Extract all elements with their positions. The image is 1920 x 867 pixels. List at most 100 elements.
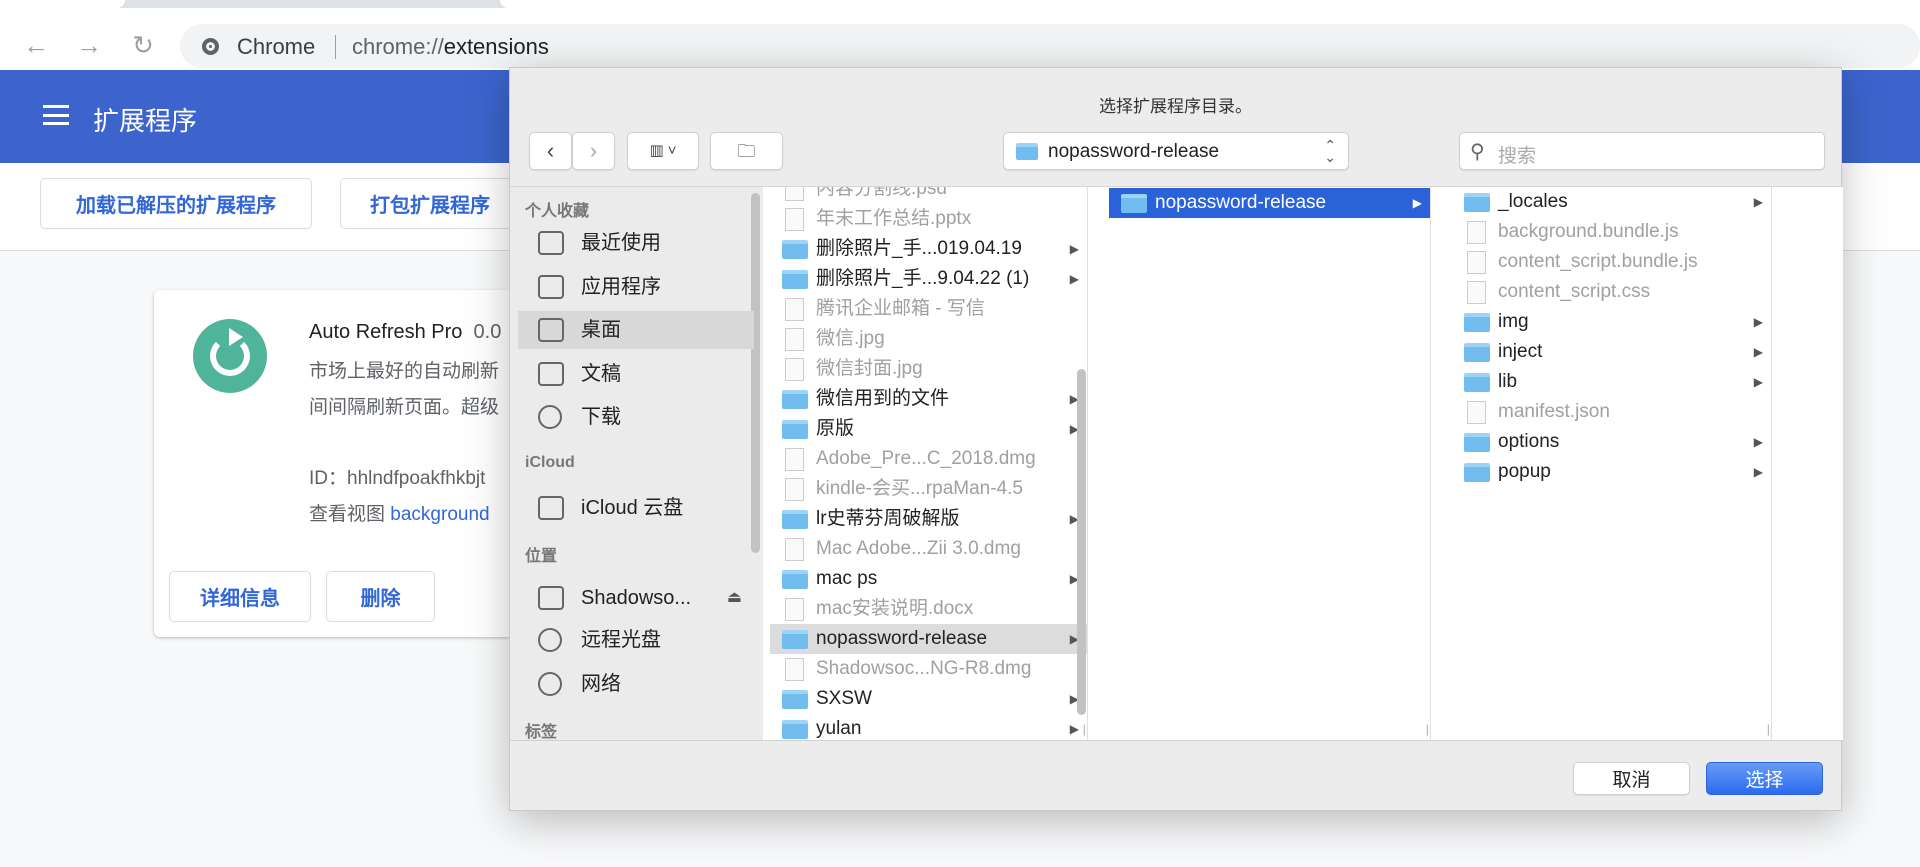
folder-item[interactable]: SXSW ▶: [770, 684, 1087, 714]
inspect-views: 查看视图 background: [309, 499, 490, 526]
item-name: content_script.css: [1498, 281, 1651, 302]
sidebar-item[interactable]: 最近使用: [518, 224, 754, 262]
file-icon: [785, 448, 804, 471]
eject-icon[interactable]: ⏏: [727, 579, 742, 617]
applications-icon: [538, 275, 564, 299]
disclosure-arrow-icon: ▶: [1753, 345, 1763, 359]
folder-item[interactable]: yulan ▶: [770, 714, 1087, 740]
file-chooser-dialog: 选择扩展程序目录。 ‹ › ▥ ˅ 🗀 nopassword-release ⌃…: [509, 67, 1843, 811]
forward-button[interactable]: ›: [572, 132, 615, 170]
folder-item[interactable]: 微信用到的文件 ▶: [770, 384, 1087, 414]
folder-item[interactable]: lib ▶: [1452, 367, 1771, 397]
sidebar-item[interactable]: Shadowso... ⏏: [518, 579, 754, 617]
tab[interactable]: [0, 0, 125, 8]
load-unpacked-button[interactable]: 加载已解压的扩展程序: [40, 178, 312, 229]
browser-toolbar: ← → ↻ Chrome chrome://extensions: [0, 8, 1920, 70]
refresh-icon: [193, 319, 267, 393]
file-item[interactable]: manifest.json: [1452, 397, 1771, 427]
details-button[interactable]: 详细信息: [169, 571, 311, 622]
item-name: popup: [1498, 461, 1551, 482]
item-name: 微信封面.jpg: [816, 358, 923, 379]
folder-icon: [1464, 193, 1490, 212]
sidebar-section-header: 位置: [525, 548, 558, 565]
file-item[interactable]: 腾讯企业邮箱 - 写信: [770, 294, 1087, 324]
file-item[interactable]: kindle-会买...rpaMan-4.5: [770, 474, 1087, 504]
sidebar-item-label: 文稿: [581, 363, 621, 385]
folder-item[interactable]: 原版 ▶: [770, 414, 1087, 444]
page-title: 扩展程序: [93, 106, 198, 136]
file-item[interactable]: background.bundle.js: [1452, 217, 1771, 247]
reload-icon[interactable]: ↻: [128, 30, 158, 60]
back-icon[interactable]: ←: [21, 30, 51, 60]
disclosure-arrow-icon: ▶: [1412, 196, 1422, 210]
choose-button[interactable]: 选择: [1706, 762, 1823, 795]
item-name: yulan: [816, 718, 862, 739]
file-item[interactable]: Shadowsoc...NG-R8.dmg: [770, 654, 1087, 684]
hamburger-menu-icon[interactable]: [43, 105, 69, 125]
file-item[interactable]: Mac Adobe...Zii 3.0.dmg: [770, 534, 1087, 564]
item-name: 原版: [816, 418, 855, 439]
inspect-views-label: 查看视图: [309, 504, 386, 525]
column-resize-handle[interactable]: ||: [1426, 722, 1430, 736]
sidebar-item[interactable]: 远程光盘: [518, 621, 754, 659]
column-scrollbar[interactable]: [1077, 369, 1086, 715]
file-item[interactable]: Adobe_Pre...C_2018.dmg: [770, 444, 1087, 474]
remove-button[interactable]: 删除: [326, 571, 435, 622]
folder-item[interactable]: inject ▶: [1452, 337, 1771, 367]
folder-item[interactable]: 删除照片_手...9.04.22 (1) ▶: [770, 264, 1087, 294]
item-name: inject: [1498, 341, 1543, 362]
dialog-title: 选择扩展程序目录。: [1099, 97, 1252, 116]
new-folder-button[interactable]: 🗀: [710, 132, 783, 170]
background-page-link[interactable]: background: [390, 504, 489, 525]
sidebar-item[interactable]: 应用程序: [518, 268, 754, 306]
pack-extension-button[interactable]: 打包扩展程序: [340, 178, 520, 229]
sidebar-item[interactable]: 文稿: [518, 355, 754, 393]
search-field[interactable]: ⚲ 搜索: [1459, 132, 1825, 170]
disclosure-arrow-icon: ▶: [1753, 435, 1763, 449]
folder-item[interactable]: popup ▶: [1452, 457, 1771, 487]
forward-icon[interactable]: →: [74, 30, 104, 60]
view-mode-button[interactable]: ▥ ˅: [627, 132, 699, 170]
chrome-icon: [202, 38, 219, 55]
file-item[interactable]: 微信.jpg: [770, 324, 1087, 354]
disclosure-arrow-icon: ▶: [1753, 375, 1763, 389]
sidebar-section-header: 标签: [525, 724, 558, 741]
sidebar-section-header: iCloud: [525, 454, 575, 471]
path-popup[interactable]: nopassword-release ⌃ ⌄: [1003, 132, 1349, 170]
file-item[interactable]: 年末工作总结.pptx: [770, 204, 1087, 234]
item-name: nopassword-release: [1155, 192, 1327, 213]
url-scheme: chrome://: [352, 34, 444, 59]
folder-item[interactable]: nopassword-release ▶: [1109, 188, 1430, 218]
folder-item[interactable]: _locales ▶: [1452, 187, 1771, 217]
file-item[interactable]: content_script.bundle.js: [1452, 247, 1771, 277]
url-text: chrome://extensions: [352, 34, 549, 60]
folder-icon: [782, 570, 808, 589]
address-bar[interactable]: Chrome chrome://extensions: [180, 24, 1920, 68]
file-item[interactable]: content_script.css: [1452, 277, 1771, 307]
file-item[interactable]: 内容分割线.psd: [770, 187, 1087, 204]
folder-item[interactable]: mac ps ▶: [770, 564, 1087, 594]
folder-item[interactable]: img ▶: [1452, 307, 1771, 337]
back-button[interactable]: ‹: [529, 132, 572, 170]
item-name: options: [1498, 431, 1560, 452]
sidebar-item[interactable]: 桌面: [518, 311, 754, 349]
folder-item[interactable]: 删除照片_手...019.04.19 ▶: [770, 234, 1087, 264]
item-name: Shadowsoc...NG-R8.dmg: [816, 658, 1032, 679]
file-icon: [1467, 401, 1486, 424]
column-resize-handle[interactable]: ||: [1767, 722, 1771, 736]
file-icon: [1467, 251, 1486, 274]
folder-item[interactable]: options ▶: [1452, 427, 1771, 457]
folder-item[interactable]: lr史蒂芬周破解版 ▶: [770, 504, 1087, 534]
item-name: nopassword-release: [816, 628, 988, 649]
sidebar-item[interactable]: iCloud 云盘: [518, 489, 754, 527]
cancel-button[interactable]: 取消: [1573, 762, 1690, 795]
column-resize-handle[interactable]: ||: [1083, 722, 1087, 736]
sidebar-item[interactable]: 网络: [518, 665, 754, 703]
sidebar-item[interactable]: 下载: [518, 398, 754, 436]
file-item[interactable]: 微信封面.jpg: [770, 354, 1087, 384]
item-name: 年末工作总结.pptx: [816, 208, 972, 229]
file-item[interactable]: mac安装说明.docx: [770, 594, 1087, 624]
search-placeholder: 搜索: [1498, 146, 1537, 167]
folder-item[interactable]: nopassword-release ▶: [770, 624, 1087, 654]
tab[interactable]: [500, 0, 1920, 8]
